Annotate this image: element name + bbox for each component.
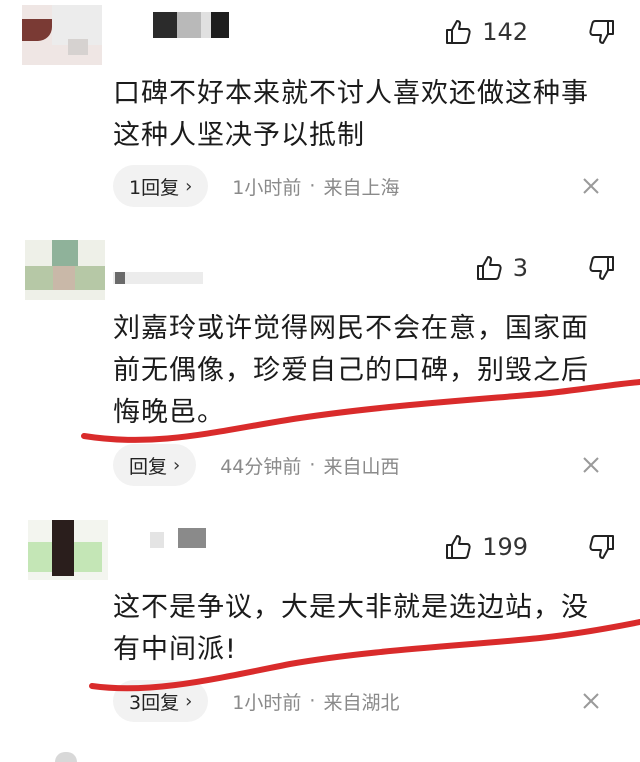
thumbs-down-icon: [589, 256, 614, 280]
close-button[interactable]: [582, 456, 600, 474]
comment-location: 来自湖北: [323, 691, 400, 714]
chevron-right-icon: ›: [173, 454, 181, 476]
avatar[interactable]: [25, 240, 105, 300]
close-icon: [583, 693, 599, 709]
close-button[interactable]: [582, 692, 600, 710]
close-icon: [583, 457, 599, 473]
reply-button[interactable]: 3回复 ›: [113, 680, 209, 722]
thumbs-down-icon: [589, 20, 614, 44]
comment-line: 前无偶像，珍爱自己的口碑，别毁之后: [113, 355, 589, 386]
avatar[interactable]: [22, 5, 102, 65]
comment-line: 这不是争议，大是大非就是选边站，没: [113, 592, 589, 623]
reply-button[interactable]: 回复 ›: [113, 444, 197, 486]
like-area: 142: [444, 12, 614, 52]
next-comment-avatar-partial: [55, 752, 77, 762]
comment-meta: 回复 › 44分钟前 · 来自山西: [113, 444, 399, 486]
comment-line: 有中间派!: [113, 634, 237, 665]
like-button[interactable]: 142: [444, 18, 528, 46]
comment-time: 44分钟前: [220, 455, 302, 478]
comment-time: 1小时前: [232, 176, 302, 199]
comment-location: 来自上海: [323, 176, 400, 199]
comment-line: 这种人坚决予以抵制: [113, 120, 365, 151]
meta-separator: ·: [309, 454, 316, 476]
reply-button[interactable]: 1回复 ›: [113, 165, 209, 207]
comment-meta: 1回复 › 1小时前 · 来自上海: [113, 165, 399, 207]
thumbs-up-icon: [446, 20, 471, 44]
close-button[interactable]: [582, 177, 600, 195]
comment-line: 悔晚邑。: [113, 397, 225, 428]
comment-line: 刘嘉玲或许觉得网民不会在意，国家面: [113, 313, 589, 344]
like-button[interactable]: 199: [444, 533, 528, 561]
thumbs-up-icon: [446, 535, 471, 559]
thumbs-up-icon: [476, 256, 502, 280]
like-area: 199: [444, 527, 614, 567]
like-button[interactable]: 3: [475, 254, 528, 282]
reply-label: 回复: [129, 455, 168, 478]
dislike-button[interactable]: [588, 254, 616, 286]
chevron-right-icon: ›: [185, 690, 193, 712]
like-area: 3: [475, 248, 614, 288]
meta-separator: ·: [309, 175, 316, 197]
reply-label: 1回复: [129, 176, 180, 199]
thumbs-down-icon: [589, 535, 614, 559]
username-redacted[interactable]: [150, 528, 210, 554]
comment-text: 刘嘉玲或许觉得网民不会在意，国家面 前无偶像，珍爱自己的口碑，别毁之后 悔晚邑。: [113, 308, 613, 434]
dislike-button[interactable]: [588, 533, 616, 565]
like-count: 142: [482, 18, 528, 46]
meta-separator: ·: [309, 690, 316, 712]
like-count: 199: [482, 533, 528, 561]
comment-line: 口碑不好本来就不讨人喜欢还做这种事: [113, 78, 589, 109]
dislike-button[interactable]: [588, 18, 616, 50]
comment-location: 来自山西: [323, 455, 400, 478]
chevron-right-icon: ›: [185, 175, 193, 197]
reply-label: 3回复: [129, 691, 180, 714]
comment-meta: 3回复 › 1小时前 · 来自湖北: [113, 680, 399, 722]
comment-text: 口碑不好本来就不讨人喜欢还做这种事 这种人坚决予以抵制: [113, 73, 613, 157]
username-redacted[interactable]: [153, 12, 233, 38]
username-redacted[interactable]: [113, 266, 208, 292]
like-count: 3: [512, 254, 528, 282]
comment-time: 1小时前: [232, 691, 302, 714]
avatar[interactable]: [28, 520, 108, 580]
close-icon: [583, 178, 599, 194]
comment-text: 这不是争议，大是大非就是选边站，没 有中间派!: [113, 587, 613, 671]
